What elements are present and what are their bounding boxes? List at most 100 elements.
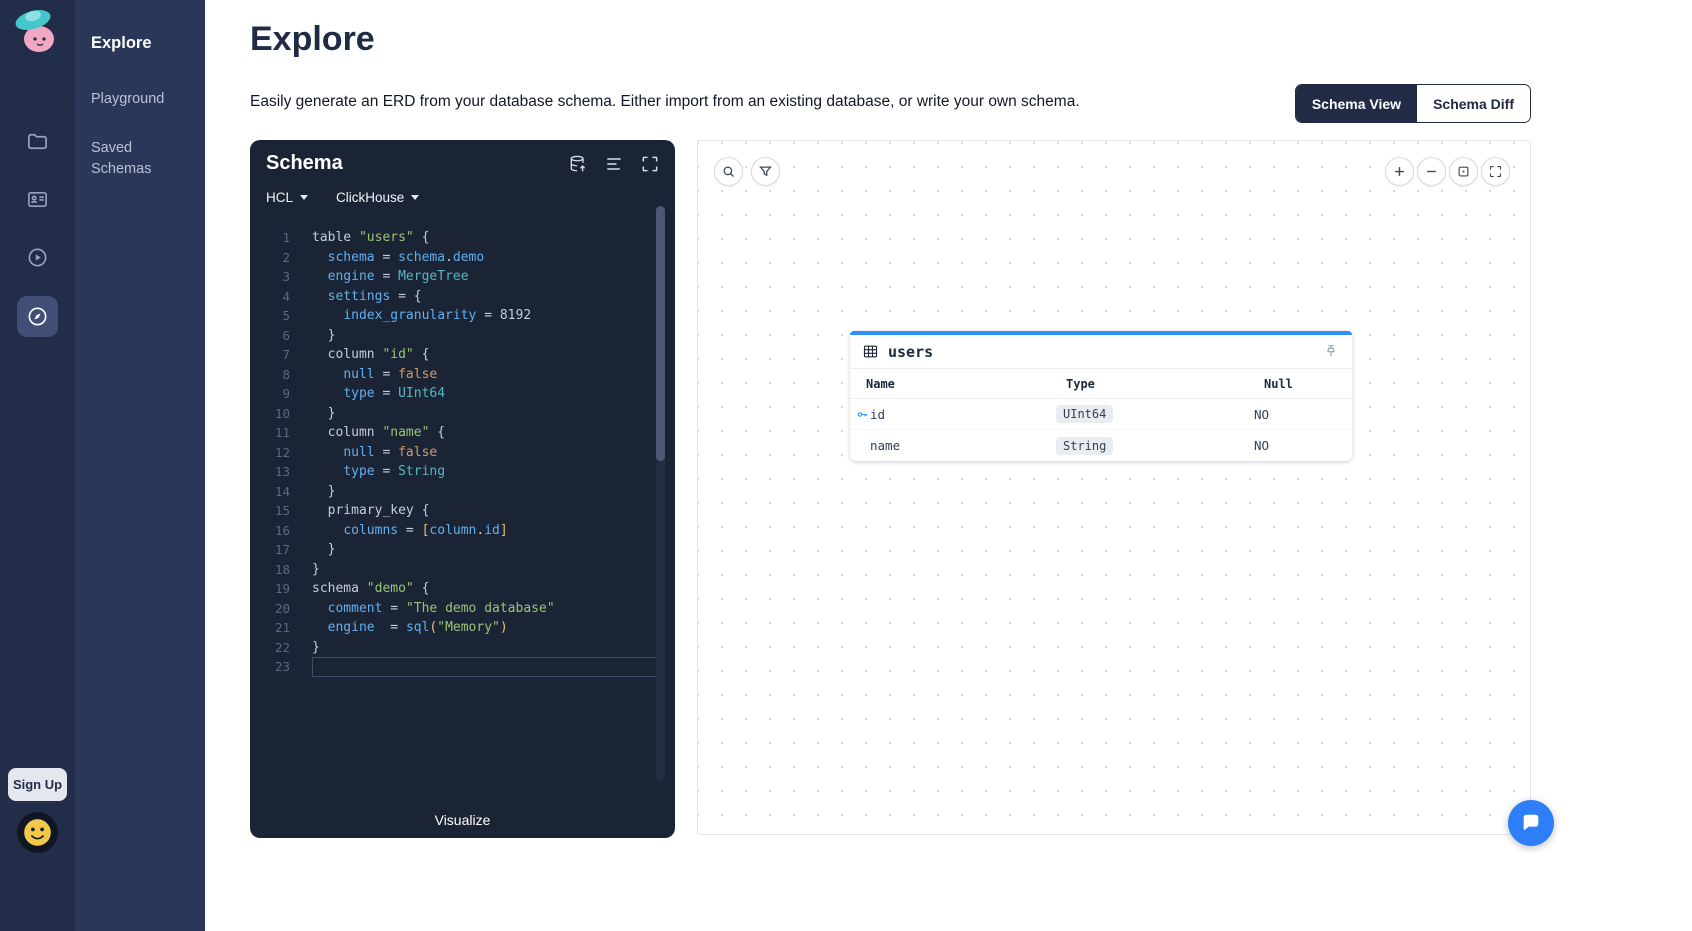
zoom-in-button[interactable] xyxy=(1385,157,1414,186)
code-editor[interactable]: 1table "users" {2 schema = schema.demo3 … xyxy=(250,228,675,798)
fullscreen-icon xyxy=(1488,164,1503,179)
column-type-badge: UInt64 xyxy=(1056,405,1113,423)
code-line: 8 null = false xyxy=(250,365,675,385)
pin-icon xyxy=(1323,343,1339,359)
chevron-down-icon xyxy=(300,195,308,200)
visualize-button[interactable]: Visualize xyxy=(250,812,675,828)
subnav-title: Explore xyxy=(91,34,189,53)
minus-icon xyxy=(1424,164,1439,179)
atlas-logo[interactable] xyxy=(9,5,65,61)
logo-image xyxy=(9,5,65,61)
app-root: Sign Up Explore PlaygroundSaved Schemas … xyxy=(0,0,1692,931)
format-code-button[interactable] xyxy=(603,154,625,176)
code-line: 6 } xyxy=(250,326,675,346)
column-header-type: Type xyxy=(1066,377,1264,391)
code-line: 7 column "id" { xyxy=(250,345,675,365)
chat-icon xyxy=(1520,812,1542,834)
page-description: Easily generate an ERD from your databas… xyxy=(250,93,1250,111)
canvas-filter-button[interactable] xyxy=(751,157,780,186)
column-null: NO xyxy=(1254,438,1352,453)
schema-editor-panel: Schema xyxy=(250,140,675,838)
page-title: Explore xyxy=(250,20,375,59)
primary-key-icon xyxy=(856,408,869,421)
expand-editor-button[interactable] xyxy=(639,154,661,176)
subnav-item-playground[interactable]: Playground xyxy=(91,89,189,110)
code-line: 11 column "name" { xyxy=(250,423,675,443)
primary-sidebar: Sign Up xyxy=(0,0,75,931)
editor-title: Schema xyxy=(266,152,343,175)
code-line: 1table "users" { xyxy=(250,228,675,248)
editor-toolbar xyxy=(567,154,661,176)
code-line: 16 columns = [column.id] xyxy=(250,521,675,541)
projects-nav-button[interactable] xyxy=(17,121,58,162)
view-toggle: Schema View Schema Diff xyxy=(1295,84,1531,123)
code-line: 15 primary_key { xyxy=(250,501,675,521)
id-card-icon xyxy=(26,188,49,211)
plus-icon xyxy=(1392,164,1407,179)
canvas-search-button[interactable] xyxy=(714,157,743,186)
column-header-name: Name xyxy=(866,377,1066,391)
table-column-headers: Name Type Null xyxy=(850,369,1352,399)
pin-table-button[interactable] xyxy=(1322,343,1340,361)
fit-view-icon xyxy=(1456,164,1471,179)
code-line: 20 comment = "The demo database" xyxy=(250,599,675,619)
language-select[interactable]: HCL xyxy=(266,190,308,205)
code-line: 12 null = false xyxy=(250,443,675,463)
editor-selects: HCL ClickHouse xyxy=(266,190,419,205)
signup-button[interactable]: Sign Up xyxy=(8,768,67,801)
erd-row: id UInt64 NO xyxy=(850,399,1352,430)
folder-icon xyxy=(26,130,49,153)
table-name: users xyxy=(888,343,933,361)
canvas-fullscreen-button[interactable] xyxy=(1481,157,1510,186)
code-line: 4 settings = { xyxy=(250,287,675,307)
table-card-header[interactable]: users xyxy=(850,335,1352,369)
main-content: Explore Easily generate an ERD from your… xyxy=(205,0,1692,931)
code-line: 3 engine = MergeTree xyxy=(250,267,675,287)
code-line: 5 index_granularity = 8192 xyxy=(250,306,675,326)
code-line: 23 xyxy=(250,657,675,677)
column-null: NO xyxy=(1254,407,1352,422)
align-left-icon xyxy=(604,154,624,174)
dialect-select-value: ClickHouse xyxy=(336,190,404,205)
secondary-sidebar: Explore Playground Saved Schemas xyxy=(75,0,205,931)
column-header-null: Null xyxy=(1264,377,1352,391)
code-line: 9 type = UInt64 xyxy=(250,384,675,404)
schema-diff-toggle-button[interactable]: Schema Diff xyxy=(1417,85,1530,122)
erd-table-card[interactable]: users Name Type Null id UInt64 NO name Strin… xyxy=(850,331,1352,461)
compass-icon xyxy=(26,305,49,328)
column-name: name xyxy=(870,438,900,453)
code-line: 2 schema = schema.demo xyxy=(250,248,675,268)
fullscreen-icon xyxy=(640,154,660,174)
code-line: 13 type = String xyxy=(250,462,675,482)
column-name: id xyxy=(870,407,885,422)
table-icon xyxy=(862,343,879,360)
playground-nav-button[interactable] xyxy=(17,237,58,278)
search-icon xyxy=(721,164,736,179)
zoom-out-button[interactable] xyxy=(1417,157,1446,186)
schema-view-toggle-button[interactable]: Schema View xyxy=(1296,85,1417,122)
erd-canvas[interactable]: users Name Type Null id UInt64 NO name Strin… xyxy=(697,140,1531,835)
subnav-items: Playground Saved Schemas xyxy=(91,89,189,180)
code-line: 21 engine = sql("Memory") xyxy=(250,618,675,638)
chevron-down-icon xyxy=(411,195,419,200)
contacts-nav-button[interactable] xyxy=(17,179,58,220)
play-circle-icon xyxy=(26,246,49,269)
subnav-item-saved-schemas[interactable]: Saved Schemas xyxy=(91,138,189,180)
code-line: 18} xyxy=(250,560,675,580)
zoom-controls xyxy=(1385,157,1510,186)
code-line: 10 } xyxy=(250,404,675,424)
explore-nav-button[interactable] xyxy=(17,296,58,337)
user-avatar[interactable] xyxy=(17,812,58,853)
editor-scrollbar-thumb[interactable] xyxy=(656,206,665,461)
filter-icon xyxy=(758,164,773,179)
code-line: 14 } xyxy=(250,482,675,502)
erd-row: name String NO xyxy=(850,430,1352,461)
import-schema-button[interactable] xyxy=(567,154,589,176)
column-type-badge: String xyxy=(1056,437,1113,455)
chat-launcher[interactable] xyxy=(1508,800,1554,846)
fit-view-button[interactable] xyxy=(1449,157,1478,186)
avatar-image xyxy=(17,812,58,853)
code-line: 22} xyxy=(250,638,675,658)
code-line: 19schema "demo" { xyxy=(250,579,675,599)
dialect-select[interactable]: ClickHouse xyxy=(336,190,419,205)
